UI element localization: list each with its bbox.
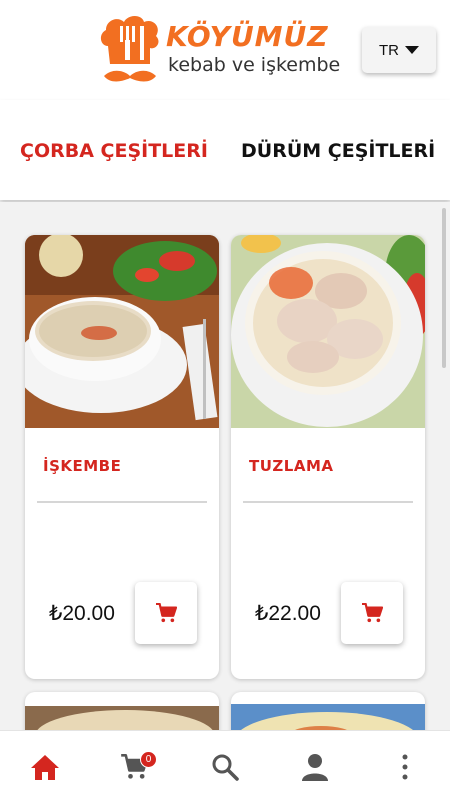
tab-durum[interactable]: DÜRÜM ÇEŞİTLERİ — [241, 140, 435, 162]
caret-down-icon — [405, 46, 419, 54]
home-icon — [31, 755, 59, 780]
language-selector[interactable]: TR — [362, 27, 436, 73]
cart-icon — [156, 603, 177, 623]
scrollbar[interactable] — [442, 208, 446, 368]
chef-hat-logo-icon — [100, 16, 159, 82]
brand-logo[interactable]: KÖYÜMÜZ kebab ve işkembe — [98, 12, 352, 88]
brand-tagline: kebab ve işkembe — [168, 54, 341, 76]
app-header: KÖYÜMÜZ kebab ve işkembe TR — [0, 0, 450, 100]
tuzlama-soup-image — [231, 235, 425, 428]
add-to-cart-button[interactable] — [341, 582, 403, 644]
language-label: TR — [379, 41, 399, 59]
brand-name: KÖYÜMÜZ — [166, 20, 329, 53]
product-name: İŞKEMBE — [43, 457, 122, 475]
add-to-cart-button[interactable] — [135, 582, 197, 644]
soup-image-partial — [25, 706, 219, 730]
nav-account[interactable] — [299, 751, 331, 783]
more-vertical-icon — [402, 754, 408, 780]
product-price: ₺20.00 — [49, 602, 115, 625]
soup-image-partial — [231, 704, 425, 730]
product-card-partial[interactable] — [231, 692, 425, 730]
product-card-partial[interactable] — [25, 692, 219, 730]
product-card-tuzlama[interactable]: TUZLAMA ₺22.00 — [231, 235, 425, 679]
product-name: TUZLAMA — [249, 457, 334, 475]
card-divider — [243, 501, 413, 503]
product-price: ₺22.00 — [255, 602, 321, 625]
cart-icon — [362, 603, 383, 623]
search-icon — [212, 754, 239, 781]
category-tabs: ÇORBA ÇEŞİTLERİ DÜRÜM ÇEŞİTLERİ — [0, 100, 450, 200]
bottom-navigation: 0 — [0, 730, 450, 800]
product-grid[interactable]: İŞKEMBE ₺20.00 TUZLAMA ₺22.00 — [0, 202, 450, 730]
cart-count-badge: 0 — [140, 751, 157, 768]
user-icon — [302, 754, 328, 781]
card-divider — [37, 501, 207, 503]
nav-more[interactable] — [389, 751, 421, 783]
product-card-iskembe[interactable]: İŞKEMBE ₺20.00 — [25, 235, 219, 679]
tab-corba[interactable]: ÇORBA ÇEŞİTLERİ — [20, 140, 208, 162]
nav-home[interactable] — [29, 751, 61, 783]
nav-search[interactable] — [209, 751, 241, 783]
iskembe-soup-image — [25, 235, 219, 428]
